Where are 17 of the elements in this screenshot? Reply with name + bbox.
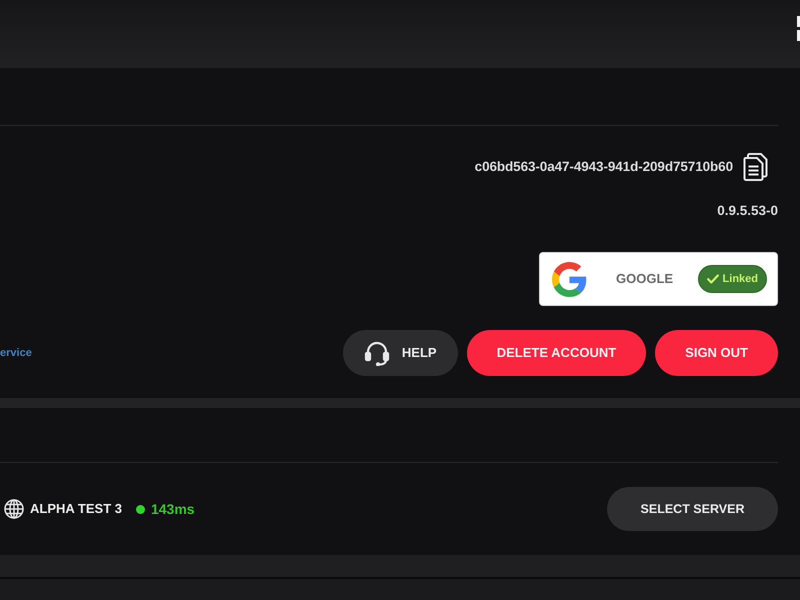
headset-icon — [364, 340, 390, 366]
server-name: ALPHA TEST 3 — [30, 500, 122, 518]
globe-icon — [4, 499, 24, 519]
user-id-text: c06bd563-0a47-4943-941d-209d75710b60 — [474, 158, 733, 176]
terms-link[interactable]: ervice — [0, 344, 32, 362]
cropped-icon[interactable] — [797, 16, 800, 41]
linked-status-text: Linked — [722, 272, 758, 287]
version-text: 0.9.5.53-0 — [717, 203, 778, 219]
account-action-button[interactable]: SIGN OUT — [655, 330, 778, 376]
select-server-button[interactable]: SELECT SERVER — [607, 487, 778, 531]
g-logo-icon — [552, 262, 587, 296]
check-icon — [706, 274, 719, 284]
account-action-button[interactable]: DELETE ACCOUNT — [466, 330, 646, 376]
help-button[interactable]: HELP — [342, 330, 458, 376]
provider-name: GOOGLE — [616, 270, 674, 288]
copy-icon[interactable] — [743, 153, 768, 181]
ping-text: 143ms — [150, 500, 195, 518]
